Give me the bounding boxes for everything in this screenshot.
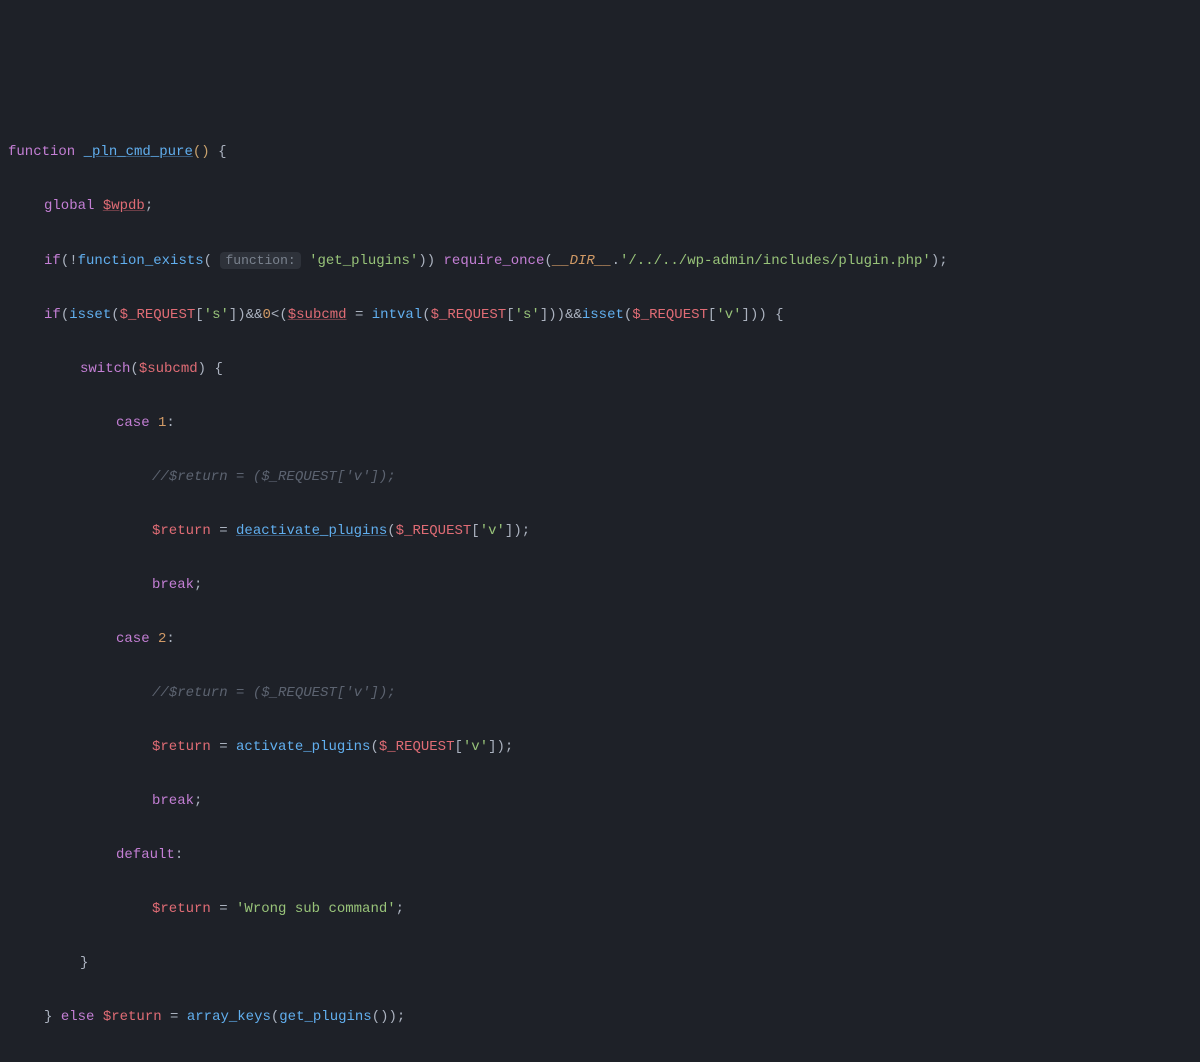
fn-isset: isset [582,307,624,323]
keyword-default: default [116,847,175,863]
code-line: } [8,950,1192,977]
semicolon: ; [194,793,202,809]
keyword-case: case [116,631,150,647]
var-subcmd: $subcmd [139,361,198,377]
assign: = [219,901,227,917]
var-request: $_REQUEST [396,523,472,539]
and: && [565,307,582,323]
brace: { [214,361,222,377]
keyword-case: case [116,415,150,431]
brace: { [775,307,783,323]
code-line: break; [8,788,1192,815]
assign: = [355,307,363,323]
keyword-else: else [61,1009,95,1025]
string-v: 'v' [463,739,488,755]
code-editor[interactable]: function _pln_cmd_pure() { global $wpdb;… [8,112,1192,1062]
fn-activate-plugins: activate_plugins [236,739,370,755]
const-dir: __DIR__ [553,253,612,269]
keyword-require: require_once [444,253,545,269]
code-line: } else $return = array_keys(get_plugins(… [8,1004,1192,1031]
code-line: case 2: [8,626,1192,653]
fn-array-keys: array_keys [187,1009,271,1025]
keyword-if: if [44,307,61,323]
brace-close: } [80,955,88,971]
parens: () [193,144,210,160]
var-subcmd: $subcmd [288,307,347,323]
number-two: 2 [158,631,166,647]
code-line: $return = deactivate_plugins($_REQUEST['… [8,518,1192,545]
string-s: 's' [515,307,540,323]
code-line: break; [8,572,1192,599]
string-v: 'v' [480,523,505,539]
fn-intval: intval [372,307,422,323]
fn-function-exists: function_exists [78,253,204,269]
code-line: //$return = ($_REQUEST['v']); [8,464,1192,491]
function-name: _pln_cmd_pure [84,144,193,160]
fn-deactivate-plugins: deactivate_plugins [236,523,387,539]
keyword-switch: switch [80,361,130,377]
assign: = [219,523,227,539]
colon: : [175,847,183,863]
keyword-break: break [152,577,194,593]
keyword-function: function [8,144,75,160]
code-line: if(isset($_REQUEST['s'])&&0<($subcmd = i… [8,302,1192,329]
number-zero: 0 [263,307,271,323]
keyword-break: break [152,793,194,809]
brace: { [218,144,226,160]
assign: = [170,1009,178,1025]
string-path: '/../../wp-admin/includes/plugin.php' [620,253,931,269]
concat: . [612,253,620,269]
semicolon: ; [396,901,404,917]
semicolon: ; [194,577,202,593]
code-line: $return = activate_plugins($_REQUEST['v'… [8,734,1192,761]
var-return: $return [103,1009,162,1025]
assign: = [219,739,227,755]
comment: //$return = ($_REQUEST['v']); [152,469,396,485]
string-get-plugins: 'get_plugins' [309,253,418,269]
var-request: $_REQUEST [379,739,455,755]
keyword-global: global [44,198,94,214]
string-s: 's' [204,307,229,323]
inlay-hint-function: function: [220,252,300,269]
var-request: $_REQUEST [120,307,196,323]
fn-get-plugins: get_plugins [279,1009,371,1025]
var-request: $_REQUEST [431,307,507,323]
code-line: case 1: [8,410,1192,437]
brace-close: } [44,1009,52,1025]
semicolon: ; [145,198,153,214]
var-return: $return [152,901,211,917]
negation: ! [69,253,77,269]
fn-isset: isset [69,307,111,323]
string-v: 'v' [716,307,741,323]
code-line: function _pln_cmd_pure() { [8,139,1192,166]
keyword-if: if [44,253,61,269]
code-line: switch($subcmd) { [8,356,1192,383]
string-wrong-subcommand: 'Wrong sub command' [236,901,396,917]
code-line: default: [8,842,1192,869]
code-line: //$return = ($_REQUEST['v']); [8,680,1192,707]
code-line: if(!function_exists( function: 'get_plug… [8,247,1192,275]
comment: //$return = ($_REQUEST['v']); [152,685,396,701]
var-return: $return [152,523,211,539]
code-line: $return = 'Wrong sub command'; [8,896,1192,923]
code-line: if(isset($_REQUEST['json'])) _pln_json_d… [8,1058,1192,1062]
var-return: $return [152,739,211,755]
colon: : [166,631,174,647]
variable-wpdb: $wpdb [103,198,145,214]
and: && [246,307,263,323]
code-line: global $wpdb; [8,193,1192,220]
colon: : [166,415,174,431]
var-request: $_REQUEST [632,307,708,323]
